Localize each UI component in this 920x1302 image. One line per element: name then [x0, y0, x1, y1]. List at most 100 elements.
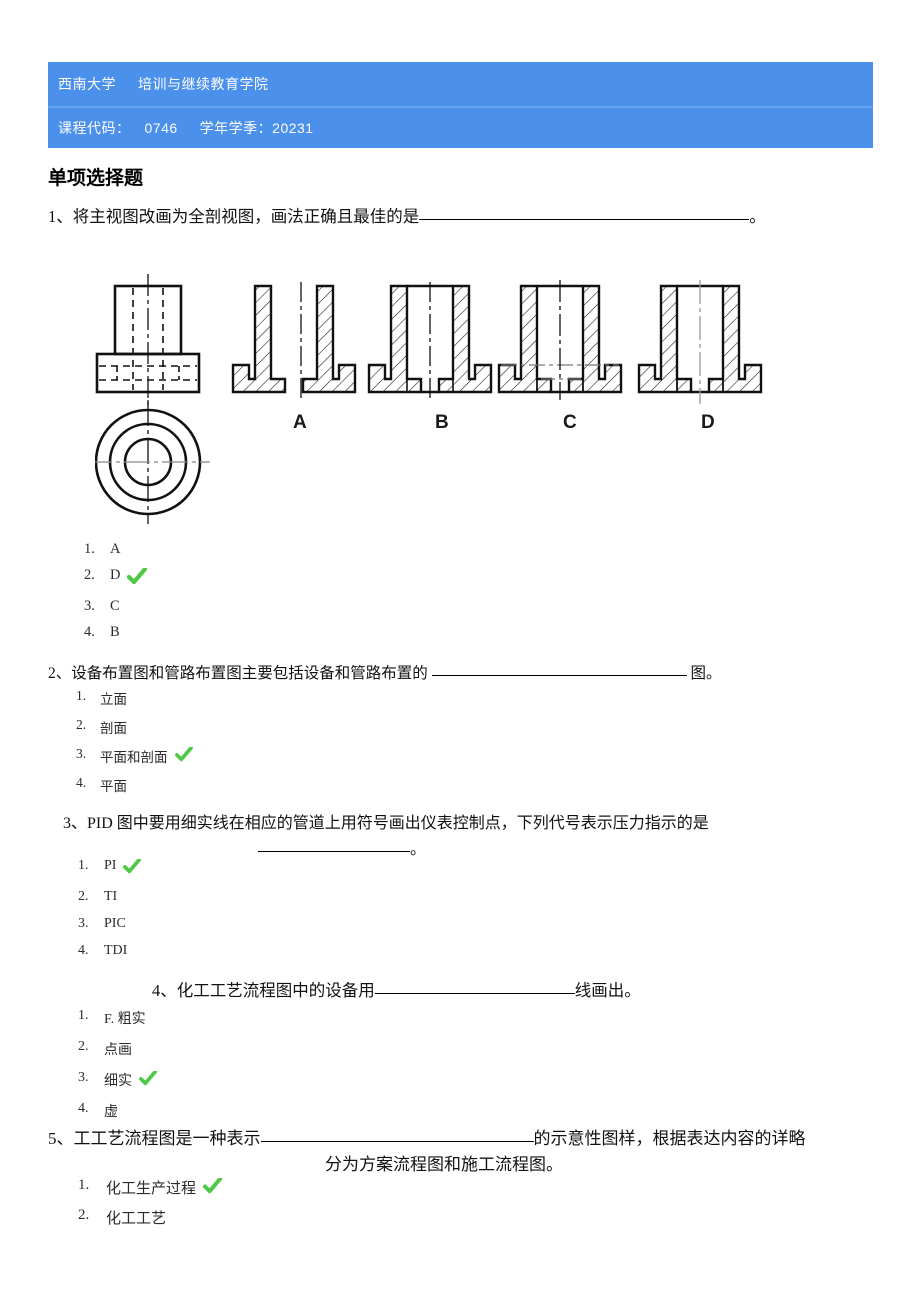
option-label: F. 粗实 [104, 1012, 146, 1027]
course-code-value: 0746 [144, 120, 178, 136]
question-2-prefix: 设备布置图和管路布置图主要包括设备和管路布置的 [71, 665, 428, 682]
question-4-options: 1. F. 粗实 2. 点画 3. 细实 4. 虚 [78, 1008, 157, 1132]
figure-label-c: C [563, 412, 577, 433]
question-5-suffix: 的示意性图样，根据表达内容的详略 [533, 1129, 806, 1148]
question-1-number: 1、 [48, 207, 73, 226]
header-course-row: 课程代码： 0746 学年学季： 20231 [48, 108, 873, 148]
question-3-number: 3、 [63, 815, 88, 832]
question-5-options: 1. 化工生产过程 2. 化工工艺 [78, 1176, 223, 1237]
option-item[interactable]: 3. 细实 [78, 1070, 157, 1090]
option-number: 3. [78, 1070, 89, 1085]
option-number: 1. [78, 1008, 89, 1023]
question-3-prefix: PID 图中要用细实线在相应的管道上用符号画出仪表控制点，下列代号表示压力指示的… [87, 815, 709, 832]
option-number: 2. [76, 717, 87, 732]
correct-answer-check-icon [174, 746, 193, 766]
option-label: B [110, 624, 120, 640]
header-institution-row: 西南大学 培训与继续教育学院 [48, 62, 873, 106]
option-label: 剖面 [100, 721, 127, 736]
question-2-suffix: 图。 [690, 665, 722, 682]
option-item[interactable]: 2. D [84, 566, 148, 590]
correct-answer-check-icon [203, 1176, 223, 1199]
option-label: PIC [104, 916, 126, 931]
option-number: 3. [76, 746, 87, 761]
correct-answer-check-icon [123, 858, 142, 879]
question-5-number: 5、 [48, 1129, 74, 1148]
question-1-blank[interactable] [419, 219, 750, 220]
question-3-options: 1. PI 2. TI 3. PIC 4. TDI [78, 858, 142, 970]
option-item[interactable]: 3. C [84, 598, 147, 615]
option-label: TDI [104, 943, 128, 958]
department-name: 培训与继续教育学院 [138, 76, 269, 92]
option-label: C [110, 598, 120, 614]
option-label: TI [104, 889, 118, 904]
option-number: 3. [78, 916, 89, 931]
question-1-prefix: 将主视图改画为全剖视图，画法正确且最佳的是 [72, 207, 420, 226]
question-5-blank[interactable] [260, 1141, 534, 1142]
question-1-options: 1. A 2. D 3. C 4. B [84, 541, 148, 650]
option-label: 化工工艺 [106, 1211, 167, 1227]
question-4-blank[interactable] [374, 993, 575, 994]
option-label: 化工生产过程 [106, 1181, 197, 1197]
top-view-circles [86, 400, 210, 524]
question-3-suffix: 。 [410, 841, 427, 858]
question-2-text: 2、设备布置图和管路布置图主要包括设备和管路布置的 图。 [48, 661, 722, 683]
question-2-options: 1. 立面 2. 剖面 3. 平面和剖面 4. 平面 [76, 688, 193, 804]
option-item[interactable]: 2. 化工工艺 [78, 1207, 222, 1228]
option-number: 4. [78, 1101, 89, 1116]
option-a-figure [231, 282, 357, 398]
question-3-blank-line: 。 [258, 835, 426, 859]
question-5-text-line2: 分为方案流程图和施工流程图。 [325, 1155, 563, 1174]
front-view-original [95, 274, 201, 405]
engineering-drawing-figure: A B C D [86, 272, 795, 542]
option-label: PI [104, 858, 117, 873]
option-item[interactable]: 2. 剖面 [76, 717, 193, 737]
option-d-figure [637, 280, 763, 404]
option-item[interactable]: 3. 平面和剖面 [76, 746, 193, 766]
option-number: 2. [84, 567, 95, 583]
option-label: 点画 [104, 1043, 132, 1058]
option-item[interactable]: 1. PI [78, 858, 142, 879]
question-1-suffix: 。 [749, 207, 766, 226]
option-number: 1. [84, 541, 95, 557]
option-item[interactable]: 4. 平面 [76, 775, 193, 795]
question-5-prefix: 工工艺流程图是一种表示 [73, 1129, 261, 1148]
option-number: 1. [76, 688, 87, 703]
option-label: D [110, 567, 121, 583]
question-4-prefix: 化工工艺流程图中的设备用 [176, 981, 375, 1000]
option-item[interactable]: 4. B [84, 624, 147, 641]
question-1-text: 1、将主视图改画为全剖视图，画法正确且最佳的是 。 [48, 203, 766, 227]
figure-label-b: B [435, 412, 449, 433]
term-value: 20231 [272, 120, 314, 136]
option-label: 平面 [100, 779, 127, 794]
option-number: 2. [78, 889, 89, 904]
option-item[interactable]: 1. F. 粗实 [78, 1008, 157, 1028]
option-item[interactable]: 2. 点画 [78, 1039, 157, 1059]
option-item[interactable]: 1. 化工生产过程 [78, 1176, 223, 1199]
option-item[interactable]: 2. TI [78, 889, 141, 905]
question-3-text: 3、PID 图中要用细实线在相应的管道上用符号画出仪表控制点，下列代号表示压力指… [63, 809, 709, 833]
question-2-number: 2、 [48, 665, 72, 682]
option-item[interactable]: 4. TDI [78, 943, 141, 959]
option-item[interactable]: 3. PIC [78, 916, 141, 932]
correct-answer-check-icon [127, 566, 148, 590]
option-label: 立面 [100, 692, 127, 707]
option-item[interactable]: 1. 立面 [76, 688, 193, 708]
figure-label-a: A [293, 412, 307, 433]
institution-name: 西南大学 [58, 76, 116, 92]
option-number: 1. [78, 858, 89, 873]
drawing-svg [86, 274, 763, 524]
question-4-number: 4、 [152, 981, 177, 1000]
option-b-figure [367, 282, 493, 398]
term-label: 学年学季： [199, 120, 273, 136]
option-number: 2. [78, 1039, 89, 1054]
page-header-banner: 西南大学 培训与继续教育学院 课程代码： 0746 学年学季： 20231 [48, 62, 873, 148]
option-number: 4. [78, 943, 89, 958]
correct-answer-check-icon [139, 1070, 157, 1091]
option-number: 4. [76, 775, 87, 790]
question-2-blank[interactable] [431, 675, 687, 676]
question-3-blank[interactable] [258, 851, 410, 852]
option-number: 4. [84, 624, 95, 640]
option-label: 细实 [104, 1074, 132, 1089]
option-item[interactable]: 4. 虚 [78, 1101, 157, 1121]
option-item[interactable]: 1. A [84, 541, 147, 558]
